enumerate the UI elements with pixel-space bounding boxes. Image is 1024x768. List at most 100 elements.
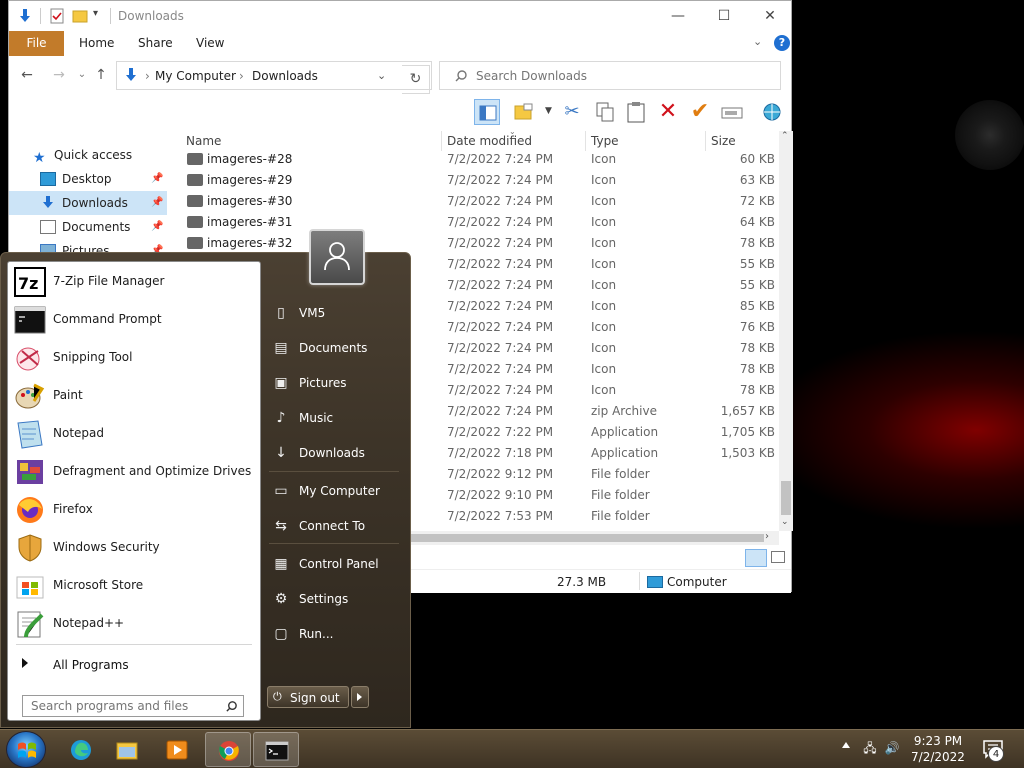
start-app-snipping-tool[interactable]: Snipping Tool <box>12 340 256 376</box>
taskbar-file-explorer[interactable] <box>104 732 150 767</box>
tab-view[interactable]: View <box>196 31 224 56</box>
volume-icon[interactable]: 🔊 <box>884 740 900 756</box>
start-app-windows-security[interactable]: Windows Security <box>12 530 256 566</box>
minimize-button[interactable]: — <box>655 1 701 31</box>
taskbar-media-player[interactable] <box>154 732 200 767</box>
start-app-notepad[interactable]: Notepad++ <box>12 606 256 642</box>
file-type: Icon <box>591 362 617 376</box>
file-row[interactable]: imageres-#31 7/2/2022 7:24 PM Icon 64 KB <box>179 212 779 233</box>
new-folder-icon[interactable] <box>72 8 88 24</box>
tab-home[interactable]: Home <box>79 31 114 56</box>
start-app-notepad[interactable]: Notepad <box>12 416 256 452</box>
scroll-right-icon[interactable]: › <box>765 531 769 542</box>
start-link-pictures[interactable]: ▣ Pictures <box>267 369 407 397</box>
taskbar-edge[interactable] <box>58 732 104 767</box>
start-link-music[interactable]: ♪ Music <box>267 404 407 432</box>
pin-icon[interactable]: 📌 <box>151 215 163 239</box>
details-view-icon[interactable] <box>745 549 767 567</box>
nav-downloads[interactable]: Downloads 📌 <box>9 191 167 215</box>
search-input[interactable] <box>476 68 766 84</box>
start-link-documents[interactable]: ▤ Documents <box>267 334 407 362</box>
taskbar-chrome[interactable] <box>205 732 251 767</box>
rename-icon[interactable] <box>719 99 745 125</box>
start-search-box[interactable] <box>22 695 244 717</box>
up-arrow-icon[interactable]: ↑ <box>91 65 111 85</box>
vertical-scroll-thumb[interactable] <box>781 481 791 515</box>
pin-icon[interactable]: 📌 <box>151 167 163 191</box>
start-app-command-prompt[interactable]: Command Prompt <box>12 302 256 338</box>
start-link-connect-to[interactable]: ⇆ Connect To <box>267 512 407 540</box>
refresh-icon[interactable]: ↻ <box>402 65 430 94</box>
folder-dropdown-icon[interactable]: ▼ <box>545 106 552 116</box>
file-date: 7/2/2022 7:24 PM <box>447 257 554 271</box>
tab-file[interactable]: File <box>9 31 64 56</box>
start-app-firefox[interactable]: Firefox <box>12 492 256 528</box>
start-app-microsoft-store[interactable]: Microsoft Store <box>12 568 256 604</box>
breadcrumb-root[interactable]: My Computer <box>155 69 236 83</box>
download-arrow-icon[interactable] <box>17 8 33 24</box>
address-bar[interactable]: › My Computer › Downloads ⌄ <box>116 61 432 90</box>
shutdown-options-button[interactable] <box>351 686 369 708</box>
close-button[interactable]: ✕ <box>747 1 793 31</box>
ribbon-expand-icon[interactable]: ⌄ <box>753 35 762 48</box>
nav-desktop[interactable]: Desktop 📌 <box>9 167 167 191</box>
open-folder-icon[interactable] <box>511 99 537 125</box>
taskbar-command-prompt[interactable] <box>253 732 299 767</box>
breadcrumb-current[interactable]: Downloads <box>252 69 318 83</box>
column-size[interactable]: Size <box>711 134 736 148</box>
help-icon[interactable]: ? <box>774 35 790 51</box>
properties-check-icon[interactable] <box>49 8 65 24</box>
vertical-scrollbar[interactable]: ⌃ ⌄ <box>779 131 793 531</box>
file-name: imageres-#31 <box>207 215 293 229</box>
column-type[interactable]: Type <box>591 134 619 148</box>
start-app-7-zip-file-manager[interactable]: 7z 7-Zip File Manager <box>12 264 256 300</box>
start-link-run[interactable]: ▢ Run... <box>267 620 407 648</box>
file-row[interactable]: imageres-#30 7/2/2022 7:24 PM Icon 72 KB <box>179 191 779 212</box>
back-arrow-icon[interactable]: ← <box>17 65 37 85</box>
pin-icon[interactable]: 📌 <box>151 191 163 215</box>
start-link-control-panel[interactable]: ▦ Control Panel <box>267 550 407 578</box>
start-link-settings[interactable]: ⚙ Settings <box>267 585 407 613</box>
user-avatar[interactable] <box>309 229 365 285</box>
tab-share[interactable]: Share <box>138 31 173 56</box>
nav-quick-access[interactable]: ★ Quick access <box>9 143 167 167</box>
file-row[interactable]: imageres-#28 7/2/2022 7:24 PM Icon 60 KB <box>179 149 779 170</box>
horizontal-scrollbar[interactable]: › <box>409 531 779 545</box>
network-globe-icon[interactable] <box>759 99 785 125</box>
title-bar: ▾ Downloads — ☐ ✕ <box>9 1 791 31</box>
scroll-down-icon[interactable]: ⌄ <box>781 517 789 527</box>
copy-icon[interactable] <box>592 99 618 125</box>
cut-icon[interactable]: ✂ <box>559 99 585 125</box>
nav-documents[interactable]: Documents 📌 <box>9 215 167 239</box>
paste-icon[interactable] <box>623 99 649 125</box>
large-icons-view-icon[interactable] <box>771 551 785 563</box>
show-hidden-icons-icon[interactable] <box>842 742 850 748</box>
check-icon[interactable]: ✔ <box>687 99 713 125</box>
qa-dropdown-icon[interactable]: ▾ <box>93 8 98 19</box>
all-programs-button[interactable]: All Programs <box>12 652 256 678</box>
network-icon[interactable]: 🖧 <box>862 740 878 756</box>
column-name[interactable]: Name <box>186 134 221 148</box>
clock[interactable]: 9:23 PM 7/2/2022 <box>906 733 970 765</box>
search-box[interactable] <box>439 61 781 90</box>
address-dropdown-icon[interactable]: ⌄ <box>377 69 386 82</box>
start-link-vm5[interactable]: ▯ VM5 <box>267 299 407 327</box>
start-app-paint[interactable]: Paint <box>12 378 256 414</box>
sign-out-button[interactable]: ⏻ Sign out <box>267 686 349 708</box>
column-date[interactable]: Date modified <box>447 134 532 148</box>
file-row[interactable]: imageres-#29 7/2/2022 7:24 PM Icon 63 KB <box>179 170 779 191</box>
start-link-my-computer[interactable]: ▭ My Computer <box>267 477 407 505</box>
recent-dropdown-icon[interactable]: ⌄ <box>72 65 92 85</box>
file-row[interactable]: imageres-#32 7/2/2022 7:24 PM Icon 78 KB <box>179 233 779 254</box>
horizontal-scroll-thumb[interactable] <box>409 534 764 542</box>
start-search-input[interactable] <box>31 699 221 713</box>
preview-pane-icon[interactable] <box>474 99 500 125</box>
start-button[interactable] <box>6 731 46 768</box>
start-link-downloads[interactable]: ↓ Downloads <box>267 439 407 467</box>
forward-arrow-icon[interactable]: → <box>49 65 69 85</box>
scroll-up-icon[interactable]: ⌃ <box>781 131 789 141</box>
maximize-button[interactable]: ☐ <box>701 1 747 31</box>
delete-icon[interactable]: ✕ <box>655 99 681 125</box>
start-app-defragment-and-optimize-drives[interactable]: Defragment and Optimize Drives <box>12 454 256 490</box>
file-date: 7/2/2022 7:24 PM <box>447 215 554 229</box>
